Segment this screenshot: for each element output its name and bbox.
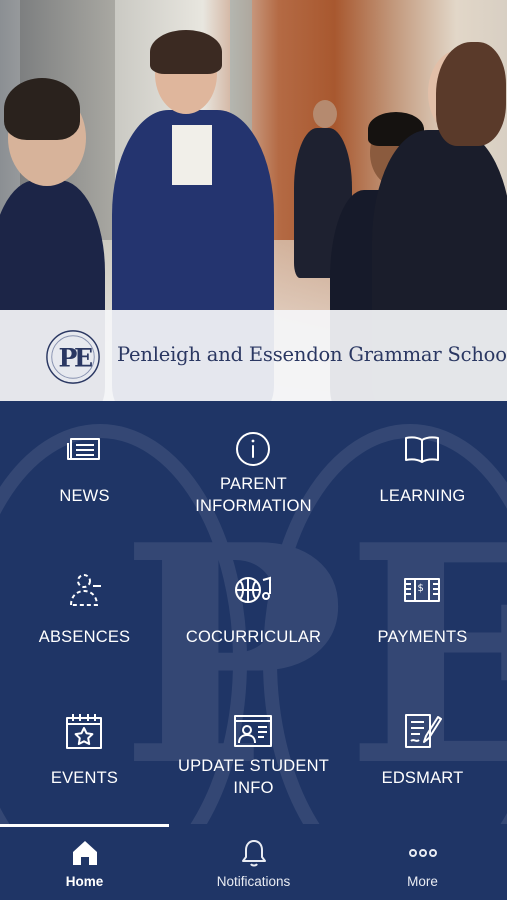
tile-absences-label: ABSENCES xyxy=(38,628,131,646)
teacher-shirt xyxy=(172,125,212,185)
tile-parent-information-label: PARENT INFORMATION xyxy=(195,475,312,515)
background-person-head xyxy=(313,100,337,128)
more-icon xyxy=(409,849,437,857)
menu-grid: PE NEWS PARENT INFORMATION LEARNING ABSE… xyxy=(0,401,507,824)
tile-news[interactable]: NEWS xyxy=(0,401,169,541)
cocurricular-icon xyxy=(233,570,273,610)
home-icon xyxy=(73,841,97,865)
edsmart-icon xyxy=(402,711,442,751)
tile-payments-label: PAYMENTS xyxy=(377,628,468,646)
tab-notifications-label: Notifications xyxy=(216,874,291,889)
bottom-tab-bar: Home Notifications More xyxy=(0,824,507,900)
absences-icon xyxy=(64,570,104,610)
tile-update-student-info[interactable]: UPDATE STUDENT INFO xyxy=(169,683,338,823)
student-right-hair xyxy=(436,42,506,146)
tile-cocurricular[interactable]: COCURRICULAR xyxy=(169,542,338,682)
student-left-hair xyxy=(4,78,80,140)
school-crest-logo: P E xyxy=(46,330,100,384)
tile-absences[interactable]: ABSENCES xyxy=(0,542,169,682)
tab-home[interactable]: Home xyxy=(0,824,169,900)
svg-text:$: $ xyxy=(418,583,424,594)
tile-learning[interactable]: LEARNING xyxy=(338,401,507,541)
student-profile-icon xyxy=(233,711,273,751)
tile-edsmart[interactable]: EDSMART xyxy=(338,683,507,823)
tile-news-label: NEWS xyxy=(59,487,110,505)
tile-payments[interactable]: $ PAYMENTS xyxy=(338,542,507,682)
school-name: Penleigh and Essendon Grammar School xyxy=(117,343,507,366)
teacher-hair xyxy=(150,30,222,74)
tab-home-label: Home xyxy=(65,874,104,889)
school-banner: P E Penleigh and Essendon Grammar School xyxy=(0,310,507,401)
tile-cocurricular-label: COCURRICULAR xyxy=(185,628,322,646)
tab-more[interactable]: More xyxy=(338,824,507,900)
info-icon xyxy=(233,429,273,469)
tile-events[interactable]: EVENTS xyxy=(0,683,169,823)
tile-parent-information[interactable]: PARENT INFORMATION xyxy=(169,401,338,541)
payments-icon: $ xyxy=(402,570,442,610)
tile-update-student-info-label: UPDATE STUDENT INFO xyxy=(177,757,329,797)
active-tab-indicator xyxy=(0,824,169,827)
svg-text:E: E xyxy=(74,343,93,373)
tab-more-label: More xyxy=(407,874,438,889)
tab-notifications[interactable]: Notifications xyxy=(169,824,338,900)
calendar-star-icon xyxy=(64,711,104,751)
hero-photo: P E Penleigh and Essendon Grammar School xyxy=(0,0,507,401)
news-icon xyxy=(64,429,104,469)
tile-events-label: EVENTS xyxy=(50,769,119,787)
tile-edsmart-label: EDSMART xyxy=(381,769,464,787)
bell-icon xyxy=(242,840,266,867)
book-icon xyxy=(402,429,442,469)
tile-learning-label: LEARNING xyxy=(379,487,466,505)
